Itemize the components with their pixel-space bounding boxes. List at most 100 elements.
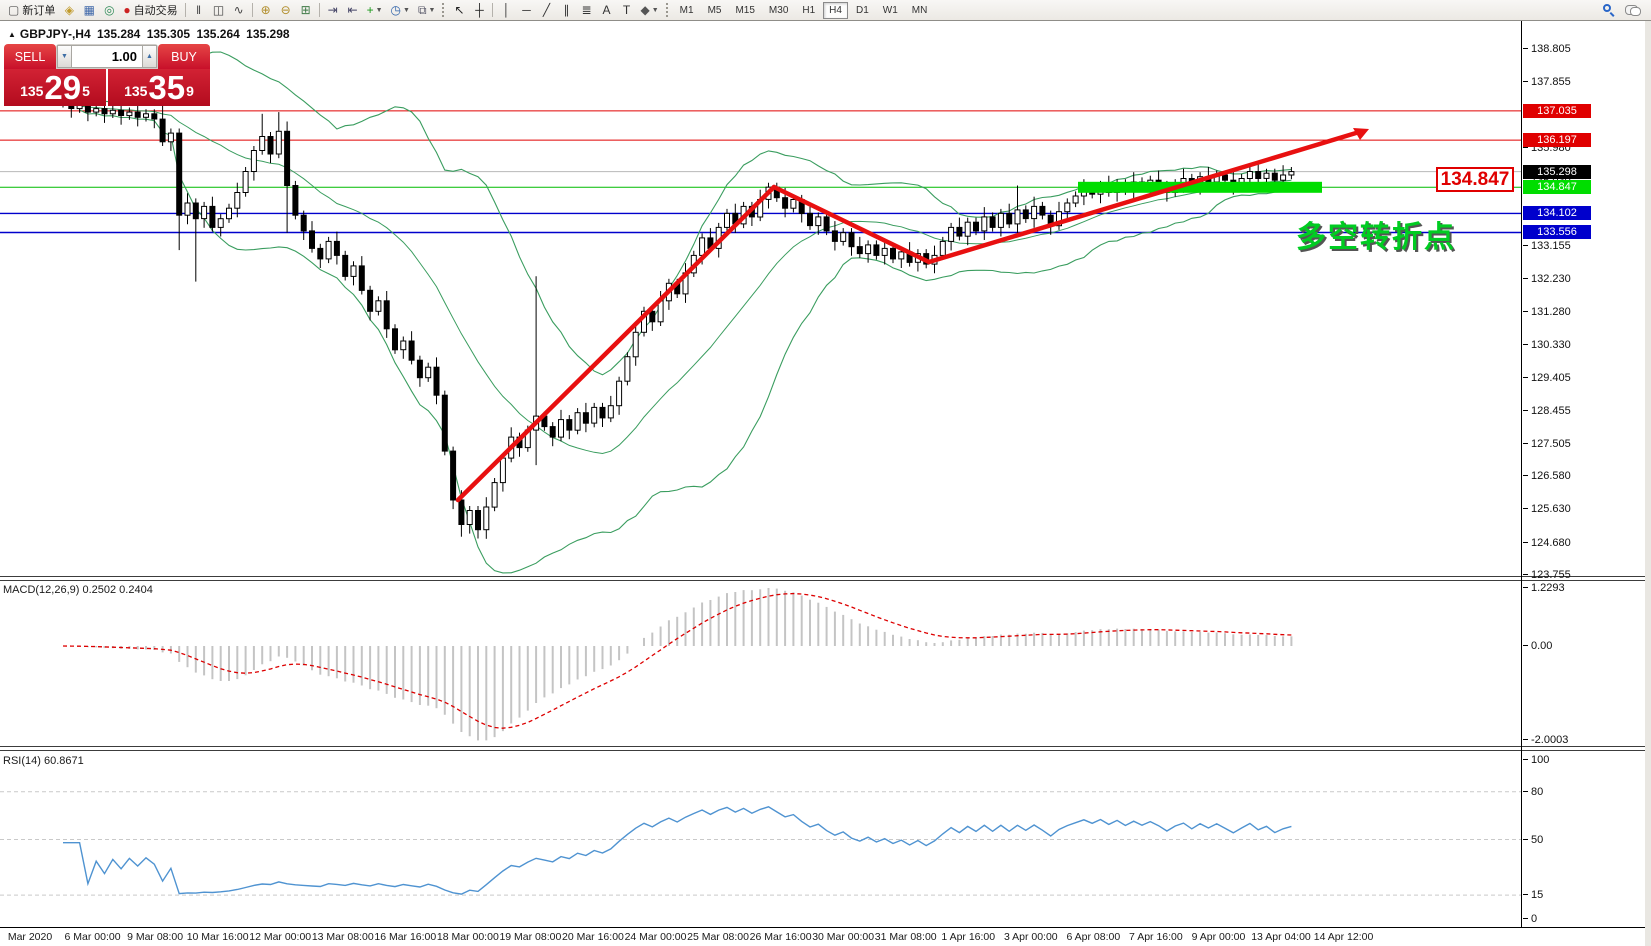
timeframe-button-m1[interactable]: M1 bbox=[674, 2, 700, 19]
toolbar-grip[interactable] bbox=[442, 3, 446, 17]
time-axis-label: 31 Mar 08:00 bbox=[875, 931, 937, 943]
text-label-button[interactable]: T bbox=[616, 1, 636, 19]
axis-tick-label: 123.755 bbox=[1523, 569, 1571, 581]
chevron-down-icon[interactable]: ▼ bbox=[403, 7, 410, 14]
time-axis-label: 7 Apr 16:00 bbox=[1129, 931, 1183, 943]
candlestick-chart-icon[interactable]: ◫ bbox=[209, 1, 229, 19]
time-axis-label: 9 Mar 08:00 bbox=[127, 931, 183, 943]
vertical-line-button[interactable]: │ bbox=[496, 1, 516, 19]
chart-shift-icon[interactable]: ⇤ bbox=[343, 1, 363, 19]
equidistant-channel-icon: ∥ bbox=[563, 3, 569, 17]
time-axis-label: 10 Mar 16:00 bbox=[187, 931, 249, 943]
timeframe-button-w1[interactable]: W1 bbox=[877, 2, 904, 19]
periods-icon: ◷ bbox=[391, 3, 401, 17]
lot-decrease-button[interactable]: ▼ bbox=[57, 45, 72, 68]
pivot-point-annotation[interactable]: 多空转折点 bbox=[1296, 212, 1456, 256]
axis-tick-label: 126.580 bbox=[1523, 470, 1571, 482]
support-price-callout[interactable]: 134.847 bbox=[1436, 167, 1514, 192]
axis-tick-label: 137.855 bbox=[1523, 76, 1571, 88]
timeframe-button-m5[interactable]: M5 bbox=[702, 2, 728, 19]
bar-chart-icon[interactable]: ‖ bbox=[189, 1, 209, 19]
new-order-button-label: 新订单 bbox=[22, 2, 55, 18]
buy-price-figure: 135 bbox=[124, 78, 147, 104]
toolbar-grip[interactable] bbox=[666, 3, 670, 17]
zoom-out-icon[interactable]: ⊖ bbox=[276, 1, 296, 19]
search-icon[interactable] bbox=[1603, 4, 1615, 16]
time-axis-label: 16 Mar 16:00 bbox=[374, 931, 436, 943]
cursor-button[interactable]: ↖ bbox=[449, 1, 469, 19]
auto-scroll-icon[interactable]: ⇥ bbox=[323, 1, 343, 19]
timeframe-button-m30[interactable]: M30 bbox=[763, 2, 794, 19]
crosshair-button[interactable]: ┼ bbox=[469, 1, 489, 19]
add-indicator-button[interactable]: +▼ bbox=[363, 1, 387, 19]
main-toolbar: ▢新订单◈▦◎●自动交易‖◫∿⊕⊖⊞⇥⇤+▼◷▼⧉▼↖┼│─╱∥≣AT◆▼M1M… bbox=[0, 0, 1651, 21]
zoom-in-icon[interactable]: ⊕ bbox=[256, 1, 276, 19]
toolbar-separator bbox=[185, 3, 186, 17]
templates-button[interactable]: ⧉▼ bbox=[414, 1, 440, 19]
horizontal-line-button[interactable]: ─ bbox=[516, 1, 536, 19]
window-edge bbox=[1645, 21, 1651, 946]
price-axis-border bbox=[1521, 21, 1522, 927]
add-indicator-icon: + bbox=[367, 3, 374, 17]
sell-price[interactable]: 135 29 5 bbox=[4, 69, 106, 106]
new-order-button[interactable]: ▢新订单 bbox=[4, 1, 59, 19]
chevron-down-icon[interactable]: ▼ bbox=[429, 7, 436, 14]
axis-tick-label: 125.630 bbox=[1523, 503, 1571, 515]
periods-button[interactable]: ◷▼ bbox=[387, 1, 414, 19]
templates-icon: ⧉ bbox=[418, 3, 427, 18]
time-axis-label: 12 Mar 00:00 bbox=[249, 931, 311, 943]
zoom-in-icon: ⊕ bbox=[261, 3, 271, 17]
toolbar-separator bbox=[319, 3, 320, 17]
tile-windows-icon: ⊞ bbox=[301, 3, 311, 17]
arrows-button[interactable]: ◆▼ bbox=[636, 1, 662, 19]
text-button[interactable]: A bbox=[596, 1, 616, 19]
axis-tick-label: 0 bbox=[1523, 913, 1537, 925]
line-chart-icon[interactable]: ∿ bbox=[229, 1, 249, 19]
chart-symbol-header: ▲GBPJPY-,H4 135.284 135.305 135.264 135.… bbox=[8, 27, 293, 41]
axis-tick-label: 132.230 bbox=[1523, 273, 1571, 285]
autotrading-button[interactable]: ●自动交易 bbox=[119, 1, 181, 19]
tile-windows-icon[interactable]: ⊞ bbox=[296, 1, 316, 19]
toolbar-separator bbox=[492, 3, 493, 17]
axis-tick-label: 0.00 bbox=[1523, 640, 1552, 652]
time-axis-border bbox=[0, 927, 1651, 928]
lot-size-input[interactable] bbox=[72, 45, 142, 68]
axis-tick-label: 15 bbox=[1523, 889, 1543, 901]
chevron-down-icon[interactable]: ▼ bbox=[376, 7, 383, 14]
market-watch-icon: ◈ bbox=[65, 3, 74, 17]
axis-tick-label: 128.455 bbox=[1523, 405, 1571, 417]
chart-shift-icon: ⇤ bbox=[348, 3, 358, 17]
chevron-down-icon[interactable]: ▼ bbox=[652, 7, 659, 14]
fibonacci-icon: ≣ bbox=[581, 3, 591, 17]
price-line-label: 134.102 bbox=[1523, 206, 1591, 220]
timeframe-button-h1[interactable]: H1 bbox=[796, 2, 821, 19]
data-window-icon: ▦ bbox=[84, 3, 95, 17]
crosshair-icon: ┼ bbox=[475, 3, 484, 17]
time-axis-label: 1 Apr 16:00 bbox=[941, 931, 995, 943]
timeframe-button-h4[interactable]: H4 bbox=[823, 2, 848, 19]
data-window-icon[interactable]: ▦ bbox=[79, 1, 99, 19]
navigator-icon[interactable]: ◎ bbox=[99, 1, 119, 19]
buy-button[interactable]: BUY bbox=[158, 44, 210, 69]
sell-button[interactable]: SELL bbox=[4, 44, 56, 69]
fibonacci-button[interactable]: ≣ bbox=[576, 1, 596, 19]
trendline-icon: ╱ bbox=[543, 3, 550, 17]
cursor-icon: ↖ bbox=[454, 3, 464, 17]
macd-pane-splitter[interactable] bbox=[0, 576, 1651, 581]
trendline-button[interactable]: ╱ bbox=[536, 1, 556, 19]
timeframe-button-mn[interactable]: MN bbox=[906, 2, 934, 19]
rsi-pane-splitter[interactable] bbox=[0, 746, 1651, 751]
metatrader-window: ▢新订单◈▦◎●自动交易‖◫∿⊕⊖⊞⇥⇤+▼◷▼⧉▼↖┼│─╱∥≣AT◆▼M1M… bbox=[0, 0, 1651, 946]
timeframe-button-d1[interactable]: D1 bbox=[850, 2, 875, 19]
price-line-label: 135.298 bbox=[1523, 165, 1591, 179]
chart-canvas[interactable] bbox=[0, 0, 1651, 946]
timeframe-button-m15[interactable]: M15 bbox=[729, 2, 760, 19]
community-chat-icon[interactable] bbox=[1625, 5, 1639, 15]
lot-increase-button[interactable]: ▲ bbox=[142, 45, 157, 68]
equidistant-channel-button[interactable]: ∥ bbox=[556, 1, 576, 19]
axis-tick-label: 130.330 bbox=[1523, 339, 1571, 351]
market-watch-icon[interactable]: ◈ bbox=[59, 1, 79, 19]
axis-tick-label: 50 bbox=[1523, 834, 1543, 846]
buy-price[interactable]: 135 35 9 bbox=[108, 69, 210, 106]
toolbar-separator bbox=[252, 3, 253, 17]
